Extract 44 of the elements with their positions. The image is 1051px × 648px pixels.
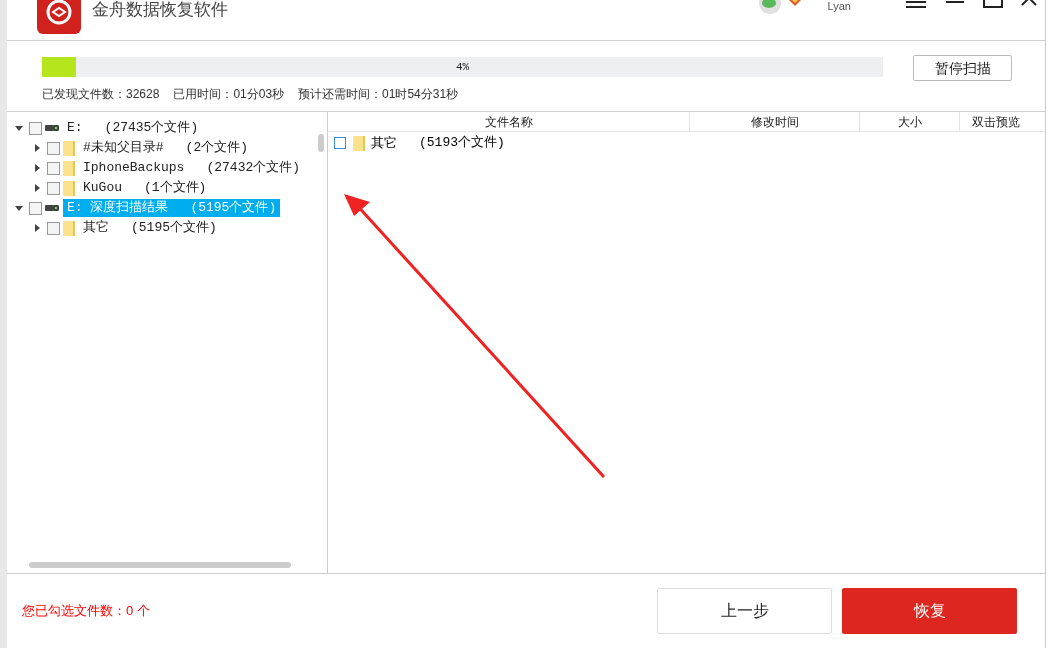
folder-icon: [63, 180, 75, 196]
folder-icon: [63, 140, 75, 156]
folder-icon: [63, 220, 75, 236]
expand-arrow-icon[interactable]: [33, 144, 41, 152]
column-header[interactable]: 文件名称: [328, 112, 689, 131]
checkbox[interactable]: [29, 201, 42, 215]
column-header[interactable]: 大小: [859, 112, 959, 131]
pause-scan-button[interactable]: 暂停扫描: [913, 55, 1012, 81]
checkbox[interactable]: [29, 121, 42, 135]
checkbox[interactable]: [47, 141, 60, 155]
checkbox[interactable]: [47, 221, 60, 235]
selected-count: 您已勾选文件数：0 个: [22, 602, 150, 621]
horizontal-scrollbar[interactable]: [29, 562, 291, 568]
column-header[interactable]: 双击预览: [959, 112, 1031, 131]
checkbox[interactable]: [334, 137, 346, 149]
checkbox[interactable]: [47, 161, 60, 175]
scan-stat: 预计还需时间：01时54分31秒: [298, 86, 459, 103]
checkbox[interactable]: [47, 181, 60, 195]
collapse-arrow-icon[interactable]: [15, 124, 23, 132]
drive-icon: [45, 125, 59, 131]
folder-icon: [353, 135, 365, 151]
app-logo: [37, 0, 81, 34]
tree-item[interactable]: KuGou (1个文件): [79, 179, 211, 197]
tree-item[interactable]: 其它 (5195个文件): [79, 219, 221, 237]
window-title: 金舟数据恢复软件: [92, 0, 228, 21]
scan-stat: 已用时间：01分03秒: [173, 86, 285, 103]
expand-arrow-icon[interactable]: [33, 184, 41, 192]
tree-item[interactable]: #未知父目录# (2个文件): [79, 139, 252, 157]
file-name: 其它: [371, 134, 397, 153]
tree-item[interactable]: E: (27435个文件): [63, 119, 203, 137]
folder-icon: [63, 160, 75, 176]
drive-icon: [45, 205, 59, 211]
user-name[interactable]: Lyan: [827, 0, 851, 13]
file-count: (5193个文件): [419, 134, 505, 153]
expand-arrow-icon[interactable]: [33, 224, 41, 232]
back-button[interactable]: 上一步: [657, 588, 832, 634]
column-header[interactable]: 修改时间: [689, 112, 859, 131]
tree-item[interactable]: IphoneBackups (27432个文件): [79, 159, 305, 177]
recover-button[interactable]: 恢复: [842, 588, 1017, 634]
collapse-arrow-icon[interactable]: [15, 204, 23, 212]
expand-arrow-icon[interactable]: [33, 164, 41, 172]
scan-stat: 已发现文件数：32628: [42, 86, 160, 103]
vertical-scrollbar[interactable]: [318, 134, 324, 152]
progress-percent: 4%: [455, 60, 470, 75]
